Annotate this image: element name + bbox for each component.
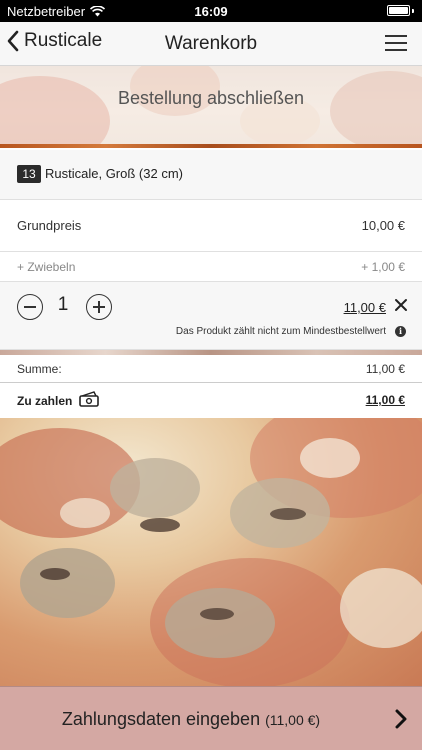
extra-topping-row: + Zwiebeln + 1,00 € [0, 252, 422, 282]
enter-payment-text: Zahlungsdaten eingeben [61, 709, 261, 729]
base-price-value: 10,00 € [361, 218, 405, 233]
item-number-badge: 13 [17, 165, 41, 183]
hero-banner: Bestellung abschließen [0, 66, 422, 148]
extra-topping-value: + 1,00 € [361, 260, 405, 274]
navigation-bar: Rusticale Warenkorb [0, 22, 422, 66]
enter-payment-amount: (11,00 €) [265, 712, 321, 728]
plus-circle-icon[interactable] [86, 294, 112, 320]
amount-due-label: Zu zahlen [17, 394, 73, 408]
hero-title: Bestellung abschließen [117, 88, 305, 108]
quantity-value: 1 [57, 294, 69, 315]
status-time: 16:09 [194, 4, 228, 19]
info-icon[interactable]: i [395, 326, 406, 337]
cart-item-header: 13 Rusticale, Groß (32 cm) [0, 150, 422, 200]
minimum-order-notice: Das Produkt zählt nicht zum Mindestbeste… [175, 326, 386, 337]
back-button[interactable]: Rusticale [6, 30, 102, 52]
product-name: Rusticale, Groß (32 cm) [45, 166, 183, 181]
battery-icon [387, 5, 414, 16]
amount-due-row: Zu zahlen 11,00 € [0, 384, 422, 418]
minus-circle-icon[interactable] [17, 294, 43, 320]
enter-payment-label: Zahlungsdaten eingeben (11,00 €) [0, 709, 382, 730]
close-icon[interactable] [394, 298, 408, 312]
sum-row: Summe: 11,00 € [0, 355, 422, 383]
enter-payment-button[interactable]: Zahlungsdaten eingeben (11,00 €) [0, 686, 422, 750]
sum-value: 11,00 € [365, 362, 405, 376]
status-bar: Netzbetreiber 16:09 [0, 0, 422, 22]
line-total: 11,00 € [343, 300, 386, 315]
chevron-left-icon [7, 30, 19, 52]
sum-label: Summe: [17, 362, 62, 376]
pizza-background-image [0, 418, 422, 686]
extra-topping-label: + Zwiebeln [17, 260, 76, 274]
amount-due-value: 11,00 € [365, 393, 405, 407]
money-icon [79, 391, 99, 407]
quantity-row: 1 11,00 € Das Produkt zählt nicht zum Mi… [0, 282, 422, 350]
hamburger-menu-icon[interactable] [384, 33, 408, 53]
base-price-row: Grundpreis 10,00 € [0, 200, 422, 252]
base-price-label: Grundpreis [17, 218, 82, 233]
back-button-label: Rusticale [24, 30, 103, 51]
chevron-right-icon [395, 709, 407, 729]
